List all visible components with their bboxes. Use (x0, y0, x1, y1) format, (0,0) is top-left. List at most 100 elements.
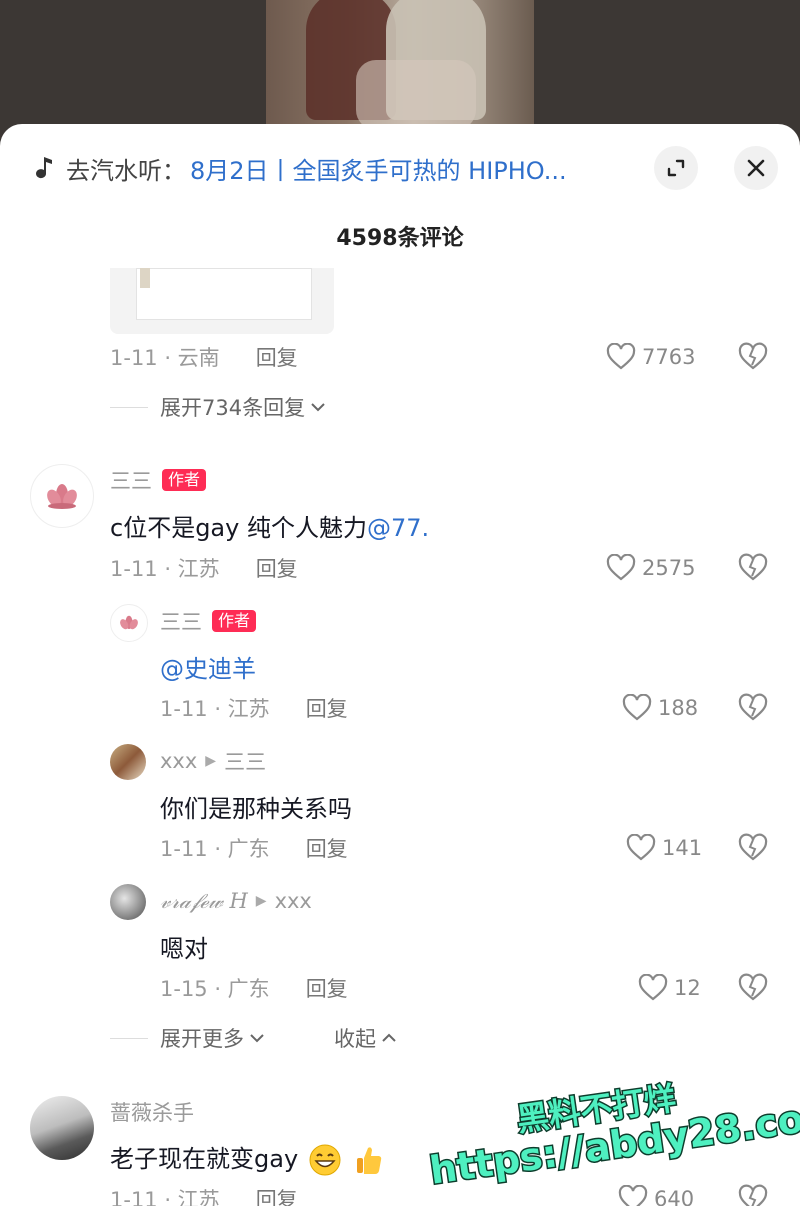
expand-more-label: 展开更多 (160, 1027, 244, 1051)
music-prefix: 去汽水听： (66, 156, 186, 185)
expand-replies-label: 展开734条回复 (160, 396, 306, 420)
comment-date-location: 1-11 · 江苏 (110, 1188, 220, 1206)
author-name[interactable]: 蔷薇杀手 (110, 1097, 194, 1127)
reply-author-row: xxx ▶ 三三 (160, 747, 266, 775)
reply-text: @史迪羊 (160, 649, 256, 684)
reply-date-location: 1-15 · 广东 (160, 977, 270, 1001)
comment-author-row: 蔷薇杀手 (110, 1098, 194, 1126)
reply-author-row: 𝓋𝓇𝒶𝒻ℯ𝓌 H ▶ xxx (160, 887, 312, 915)
music-title[interactable]: 8月2日丨全国炙手可热的 HIPHO... (190, 151, 567, 186)
reply-text: 嗯对 (160, 935, 208, 963)
like-button[interactable]: 141 (626, 833, 702, 863)
like-count: 640 (654, 1187, 695, 1206)
music-note-icon (36, 157, 52, 179)
comment-meta: 1-11 · 云南 回复 (110, 342, 298, 372)
reply-text: 你们是那种关系吗 (160, 795, 352, 823)
comment-text: 老子现在就变gay (110, 1139, 385, 1177)
reply-arrow-icon: ▶ (255, 893, 267, 909)
heart-outline-icon (618, 1185, 648, 1206)
reply-meta: 1-11 · 广东 回复 (160, 833, 348, 863)
author-name[interactable]: 𝓋𝓇𝒶𝒻ℯ𝓌 H (160, 889, 248, 914)
broken-heart-icon[interactable] (738, 693, 768, 723)
reply-button[interactable]: 回复 (306, 973, 348, 1003)
heart-outline-icon (638, 974, 668, 1001)
reply-meta: 1-15 · 广东 回复 (160, 973, 348, 1003)
reply-date-location: 1-11 · 江苏 (160, 697, 270, 721)
expand-button[interactable] (654, 146, 698, 190)
avatar[interactable] (110, 604, 148, 642)
comment-author-row: 三三 作者 (110, 465, 207, 495)
broken-heart-icon[interactable] (738, 553, 768, 583)
divider (110, 1037, 148, 1039)
heart-outline-icon (606, 343, 636, 370)
image-content (136, 268, 312, 320)
reply-to-name[interactable]: 三三 (224, 746, 266, 776)
author-name[interactable]: xxx (160, 749, 197, 773)
avatar[interactable] (30, 1096, 94, 1160)
avatar[interactable] (110, 744, 146, 780)
broken-heart-icon[interactable] (738, 973, 768, 1003)
grinning-face-emoji-icon (309, 1144, 341, 1176)
reply-button[interactable]: 回复 (256, 342, 298, 372)
lotus-icon (47, 484, 77, 509)
comment-body: c位不是gay 纯个人魅力 (110, 514, 367, 542)
like-button[interactable]: 640 (618, 1184, 694, 1206)
author-badge: 作者 (212, 610, 257, 632)
reply-button[interactable]: 回复 (256, 553, 298, 583)
thumbs-up-emoji-icon (357, 1147, 382, 1174)
avatar[interactable] (110, 884, 146, 920)
close-button[interactable] (734, 146, 778, 190)
comment-meta: 1-11 · 江苏 回复 (110, 1184, 298, 1206)
heart-outline-icon (622, 694, 652, 721)
reply-meta: 1-11 · 江苏 回复 (160, 693, 348, 723)
collapse-replies[interactable]: 收起 (334, 1023, 398, 1053)
comment-date-location: 1-11 · 江苏 (110, 557, 220, 581)
image-detail (140, 268, 150, 288)
comment-meta: 1-11 · 江苏 回复 (110, 553, 298, 583)
author-badge: 作者 (162, 469, 207, 491)
lotus-icon (120, 615, 138, 630)
reply-author-row: 三三 作者 (160, 606, 257, 636)
heart-outline-icon (626, 834, 656, 861)
expand-more[interactable]: 展开更多 (110, 1023, 266, 1053)
like-count: 141 (662, 836, 703, 860)
divider (110, 406, 148, 408)
music-link[interactable]: 去汽水听： 8月2日丨全国炙手可热的 HIPHO... (34, 148, 567, 188)
mention-link[interactable]: @史迪羊 (160, 655, 256, 683)
like-button[interactable]: 2575 (606, 553, 695, 583)
like-button[interactable]: 188 (622, 693, 698, 723)
like-count: 12 (674, 976, 701, 1000)
mention-link[interactable]: @77. (367, 514, 429, 542)
chevron-down-icon (250, 1034, 264, 1043)
comment-text: c位不是gay 纯个人魅力@77. (110, 508, 429, 543)
expand-icon (667, 159, 685, 177)
comment-body: 老子现在就变gay (110, 1145, 299, 1173)
chevron-down-icon (311, 403, 325, 412)
broken-heart-icon[interactable] (738, 1184, 768, 1206)
comment-count: 4598条评论 (336, 226, 464, 251)
chevron-up-icon (382, 1033, 396, 1042)
reply-arrow-icon: ▶ (205, 753, 217, 769)
video-thumbnail[interactable] (266, 0, 534, 125)
like-count: 188 (658, 696, 699, 720)
comment-date-location: 1-11 · 云南 (110, 346, 220, 370)
like-button[interactable]: 7763 (606, 342, 695, 372)
broken-heart-icon[interactable] (738, 342, 768, 372)
reply-button[interactable]: 回复 (306, 833, 348, 863)
comment-sheet: 去汽水听： 8月2日丨全国炙手可热的 HIPHO... 4598条评论 1-11… (0, 124, 800, 1206)
avatar[interactable] (30, 464, 94, 528)
broken-heart-icon[interactable] (738, 833, 768, 863)
comment-image[interactable] (110, 268, 334, 334)
reply-to-name[interactable]: xxx (275, 889, 312, 913)
author-name[interactable]: 三三 (160, 606, 202, 636)
expand-replies[interactable]: 展开734条回复 (110, 392, 327, 422)
reply-button[interactable]: 回复 (256, 1184, 298, 1206)
like-button[interactable]: 12 (638, 973, 701, 1003)
heart-outline-icon (606, 554, 636, 581)
reply-button[interactable]: 回复 (306, 693, 348, 723)
like-count: 7763 (642, 345, 696, 369)
author-name[interactable]: 三三 (110, 465, 152, 495)
close-icon (747, 159, 765, 177)
video-detail (356, 60, 476, 125)
like-count: 2575 (642, 556, 696, 580)
